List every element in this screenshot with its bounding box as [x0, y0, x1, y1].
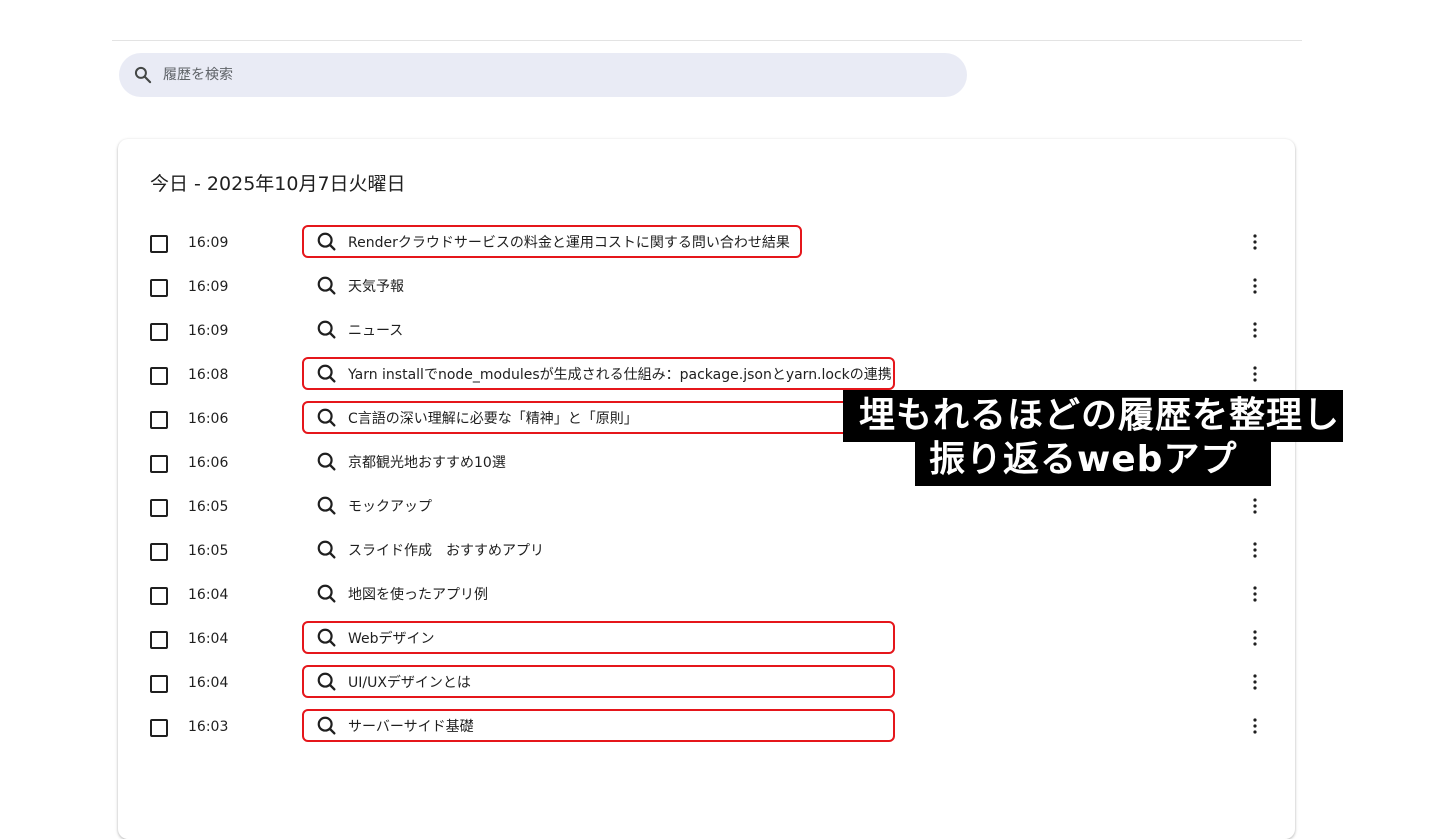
history-entry-link[interactable]: Yarn installでnode_modulesが生成される仕組み：packa…	[302, 357, 895, 390]
history-row: 16:04 UI/UXデザインとは	[118, 662, 1295, 706]
visit-time: 16:04	[188, 675, 229, 691]
row-checkbox[interactable]	[150, 279, 168, 297]
history-entry-link[interactable]: C言語の深い理解に必要な「精神」と「原則」	[302, 401, 895, 434]
row-checkbox[interactable]	[150, 367, 168, 385]
history-entry-link[interactable]: Webデザイン	[302, 621, 895, 654]
search-icon	[134, 66, 152, 84]
search-icon	[317, 364, 336, 383]
row-checkbox[interactable]	[150, 543, 168, 561]
overlay-caption-line2: 振り返るwebアプリ	[915, 436, 1271, 528]
entry-title: 京都観光地おすすめ10選	[348, 454, 506, 471]
visit-time: 16:04	[188, 587, 229, 603]
history-list: 16:09 Renderクラウドサービスの料金と運用コストに関する問い合わせ結果 1…	[118, 222, 1295, 750]
more-vert-icon[interactable]	[1248, 716, 1262, 736]
history-row: 16:05 スライド作成 おすすめアプリ	[118, 530, 1295, 574]
row-checkbox[interactable]	[150, 323, 168, 341]
history-entry-link[interactable]: 京都観光地おすすめ10選	[302, 445, 518, 478]
entry-title: 天気予報	[348, 278, 404, 295]
search-icon	[317, 452, 336, 471]
more-vert-icon[interactable]	[1248, 276, 1262, 296]
row-checkbox[interactable]	[150, 587, 168, 605]
row-checkbox[interactable]	[150, 675, 168, 693]
search-icon	[317, 276, 336, 295]
history-row: 16:03 サーバーサイド基礎	[118, 706, 1295, 750]
search-icon	[317, 584, 336, 603]
entry-title: Webデザイン	[348, 630, 435, 647]
search-icon	[317, 540, 336, 559]
visit-time: 16:03	[188, 719, 229, 735]
search-input[interactable]	[161, 66, 925, 84]
more-vert-icon[interactable]	[1248, 672, 1262, 692]
entry-title: C言語の深い理解に必要な「精神」と「原則」	[348, 410, 638, 427]
search-icon	[317, 716, 336, 735]
date-header: 今日 - 2025年10月7日火曜日	[150, 173, 406, 195]
history-row: 16:04 Webデザイン	[118, 618, 1295, 662]
visit-time: 16:09	[188, 323, 229, 339]
entry-title: UI/UXデザインとは	[348, 674, 471, 691]
more-vert-icon[interactable]	[1248, 628, 1262, 648]
history-entry-link[interactable]: Renderクラウドサービスの料金と運用コストに関する問い合わせ結果	[302, 225, 802, 258]
search-icon	[317, 232, 336, 251]
history-entry-link[interactable]: UI/UXデザインとは	[302, 665, 895, 698]
row-checkbox[interactable]	[150, 235, 168, 253]
history-entry-link[interactable]: 天気予報	[302, 269, 416, 302]
visit-time: 16:06	[188, 411, 229, 427]
visit-time: 16:09	[188, 279, 229, 295]
overlay-caption-line1: 埋もれるほどの履歴を整理し	[843, 390, 1343, 442]
visit-time: 16:09	[188, 235, 229, 251]
search-icon	[317, 320, 336, 339]
history-entry-link[interactable]: モックアップ	[302, 489, 444, 522]
more-vert-icon[interactable]	[1248, 540, 1262, 560]
visit-time: 16:05	[188, 499, 229, 515]
history-search-bar[interactable]	[119, 53, 967, 97]
history-row: 16:04 地図を使ったアプリ例	[118, 574, 1295, 618]
history-entry-link[interactable]: サーバーサイド基礎	[302, 709, 895, 742]
history-row: 16:09 天気予報	[118, 266, 1295, 310]
search-icon	[317, 408, 336, 427]
entry-title: ニュース	[348, 322, 404, 339]
history-entry-link[interactable]: ニュース	[302, 313, 415, 346]
search-icon	[317, 672, 336, 691]
entry-title: スライド作成 おすすめアプリ	[348, 542, 544, 559]
row-checkbox[interactable]	[150, 719, 168, 737]
more-vert-icon[interactable]	[1248, 364, 1262, 384]
search-icon	[317, 496, 336, 515]
visit-time: 16:04	[188, 631, 229, 647]
entry-title: モックアップ	[348, 498, 432, 515]
row-checkbox[interactable]	[150, 455, 168, 473]
visit-time: 16:05	[188, 543, 229, 559]
visit-time: 16:08	[188, 367, 229, 383]
history-row: 16:09 ニュース	[118, 310, 1295, 354]
more-vert-icon[interactable]	[1248, 584, 1262, 604]
history-entry-link[interactable]: スライド作成 おすすめアプリ	[302, 533, 556, 566]
entry-title: Renderクラウドサービスの料金と運用コストに関する問い合わせ結果	[348, 234, 790, 251]
visit-time: 16:06	[188, 455, 229, 471]
history-card: 今日 - 2025年10月7日火曜日 16:09 Renderクラウドサービスの料…	[118, 139, 1295, 839]
history-row: 16:09 Renderクラウドサービスの料金と運用コストに関する問い合わせ結果	[118, 222, 1295, 266]
history-row: 16:05 モックアップ	[118, 486, 1295, 530]
entry-title: サーバーサイド基礎	[348, 718, 474, 735]
row-checkbox[interactable]	[150, 499, 168, 517]
entry-title: Yarn installでnode_modulesが生成される仕組み：packa…	[348, 366, 892, 383]
more-vert-icon[interactable]	[1248, 232, 1262, 252]
history-entry-link[interactable]: 地図を使ったアプリ例	[302, 577, 500, 610]
top-divider	[112, 40, 1302, 41]
row-checkbox[interactable]	[150, 631, 168, 649]
more-vert-icon[interactable]	[1248, 320, 1262, 340]
entry-title: 地図を使ったアプリ例	[348, 586, 488, 603]
more-vert-icon[interactable]	[1248, 496, 1262, 516]
row-checkbox[interactable]	[150, 411, 168, 429]
search-icon	[317, 628, 336, 647]
